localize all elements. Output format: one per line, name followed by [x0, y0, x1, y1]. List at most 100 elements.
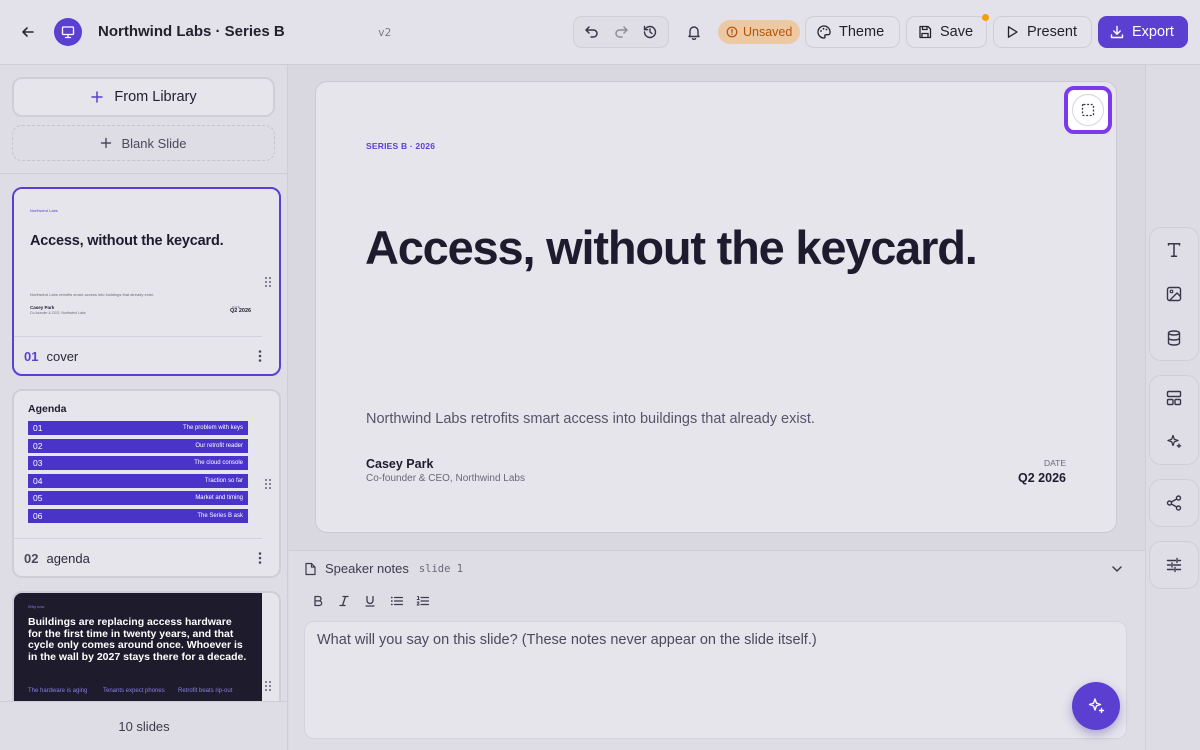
speaker-notes-panel: Speaker notes slide 1 [289, 550, 1145, 750]
slide-number: 01 [24, 348, 39, 364]
save-button[interactable]: Save [906, 16, 987, 48]
thumb-presenter: Casey Park [30, 305, 55, 310]
italic-icon[interactable] [333, 591, 355, 611]
numbered-list-icon[interactable] [411, 591, 433, 611]
agenda-row: 02 Our retrofit reader [28, 438, 248, 453]
notes-title: Speaker notes [325, 561, 409, 576]
present-button[interactable]: Present [993, 16, 1092, 48]
deck-title[interactable]: Northwind Labs · Series B [98, 23, 285, 40]
plus-icon [100, 137, 112, 149]
slide-number: 02 [24, 550, 39, 566]
present-button-label: Present [1027, 24, 1077, 40]
presenter-name[interactable]: Casey Park [366, 457, 433, 471]
thumb-columns: The hardware is aging Tenants expect pho… [28, 688, 233, 694]
history-controls [573, 16, 669, 48]
layout-icon[interactable] [1158, 382, 1190, 414]
slide-subtitle[interactable]: Northwind Labs retrofits smart access in… [366, 411, 815, 427]
share-icon[interactable] [1158, 487, 1190, 519]
slide-preview: Why now Buildings are replacing access h… [14, 593, 262, 701]
slide-cover[interactable]: SERIES B · 2026 Access, without the keyc… [315, 81, 1117, 533]
image-icon[interactable] [1158, 278, 1190, 310]
thumb-date: Q2 2026 [230, 308, 252, 314]
slide-thumbnail-cover[interactable]: Northwind Labs Access, without the keyca… [12, 187, 281, 376]
slide-list[interactable]: Northwind Labs Access, without the keyca… [0, 173, 288, 701]
slide-eyebrow[interactable]: SERIES B · 2026 [366, 141, 435, 151]
ai-assist-button[interactable] [1072, 682, 1120, 730]
settings-tools [1149, 541, 1199, 589]
theme-button-label: Theme [839, 24, 885, 40]
slide-card-footer: 02 agenda [14, 539, 279, 576]
from-library-label: From Library [114, 89, 197, 105]
export-button[interactable]: Export [1098, 16, 1188, 48]
agenda-row: 01 The problem with keys [28, 421, 248, 435]
download-icon [1109, 24, 1125, 40]
redo-icon[interactable] [609, 20, 633, 44]
formatting-toolbar [307, 591, 433, 611]
thumb-title: Access, without the keycard. [30, 233, 224, 249]
sparkles-icon [1086, 696, 1106, 716]
select-frame-button[interactable] [1064, 86, 1112, 134]
database-icon[interactable] [1158, 322, 1190, 354]
slide-card-footer: 01 cover [14, 337, 279, 374]
slide-thumbnail-3[interactable]: Why now Buildings are replacing access h… [12, 591, 281, 701]
thumb-eyebrow: Why now [28, 604, 45, 609]
from-library-button[interactable]: From Library [12, 77, 275, 117]
agenda-row: 03 The cloud console [28, 456, 248, 470]
agenda-row: 05 Market and timing [28, 491, 248, 505]
agenda-row: 06 The Series B ask [28, 508, 248, 523]
sliders-icon[interactable] [1158, 549, 1190, 581]
sparkles-icon[interactable] [1158, 426, 1190, 458]
slide-name: cover [46, 348, 79, 364]
date-label[interactable]: DATE [1044, 458, 1066, 468]
tool-rail [1145, 65, 1200, 750]
save-button-label: Save [940, 24, 974, 40]
drag-handle-icon[interactable] [263, 477, 273, 491]
presenter-role[interactable]: Co-founder & CEO, Northwind Labs [366, 473, 525, 484]
theme-button[interactable]: Theme [805, 16, 900, 48]
slide-date[interactable]: Q2 2026 [1018, 471, 1066, 485]
play-icon [1004, 24, 1020, 40]
undo-icon[interactable] [580, 20, 604, 44]
thumb-subtitle: Northwind Labs retrofits smart access in… [30, 292, 154, 297]
thumb-body: Buildings are replacing access hardware … [28, 616, 247, 663]
version-label: v2 [378, 26, 392, 39]
blank-slide-label: Blank Slide [121, 135, 187, 151]
drag-handle-icon[interactable] [263, 679, 273, 693]
slide-preview: Northwind Labs Access, without the keyca… [14, 189, 262, 337]
thumb-title: Agenda [28, 403, 67, 415]
top-bar: Northwind Labs · Series B v2 Unsaved The… [0, 0, 1200, 65]
back-arrow-icon[interactable] [14, 18, 42, 46]
chevron-down-icon[interactable] [1109, 561, 1125, 577]
plus-icon [90, 90, 104, 104]
share-tools [1149, 479, 1199, 527]
slide-name: agenda [46, 550, 90, 566]
slide-count: 10 slides [0, 701, 288, 750]
slide-preview: Agenda 01 The problem with keys 02 Our ret… [14, 391, 262, 539]
status-badge: Unsaved [718, 20, 801, 44]
underline-icon[interactable] [359, 591, 381, 611]
notes-header: Speaker notes slide 1 [304, 561, 463, 576]
drag-handle-icon[interactable] [263, 275, 273, 289]
file-icon [304, 562, 317, 576]
agenda-row: 04 Traction so far [28, 473, 248, 488]
status-badge-label: Unsaved [743, 25, 793, 39]
bullet-list-icon[interactable] [385, 591, 407, 611]
more-vertical-icon[interactable] [253, 551, 267, 565]
slide-sidebar: From Library Blank Slide Northwind Labs … [0, 65, 288, 750]
export-button-label: Export [1132, 24, 1174, 40]
thumb-eyebrow: Northwind Labs [30, 208, 58, 213]
bold-icon[interactable] [307, 591, 329, 611]
bell-icon[interactable] [680, 18, 708, 46]
text-icon[interactable] [1158, 234, 1190, 266]
slide-thumbnail-agenda[interactable]: Agenda 01 The problem with keys 02 Our ret… [12, 389, 281, 578]
palette-icon [816, 24, 832, 40]
speaker-notes-input[interactable] [304, 621, 1127, 739]
slide-title[interactable]: Access, without the keycard. [365, 220, 978, 275]
more-vertical-icon[interactable] [253, 349, 267, 363]
blank-slide-button[interactable]: Blank Slide [12, 125, 275, 161]
slide-canvas: SERIES B · 2026 Access, without the keyc… [289, 65, 1145, 550]
history-icon[interactable] [638, 20, 662, 44]
insert-tools [1149, 227, 1199, 361]
unsaved-dot [982, 14, 989, 21]
thumb-role: Co-founder & CEO, Northwind Labs [30, 311, 86, 315]
